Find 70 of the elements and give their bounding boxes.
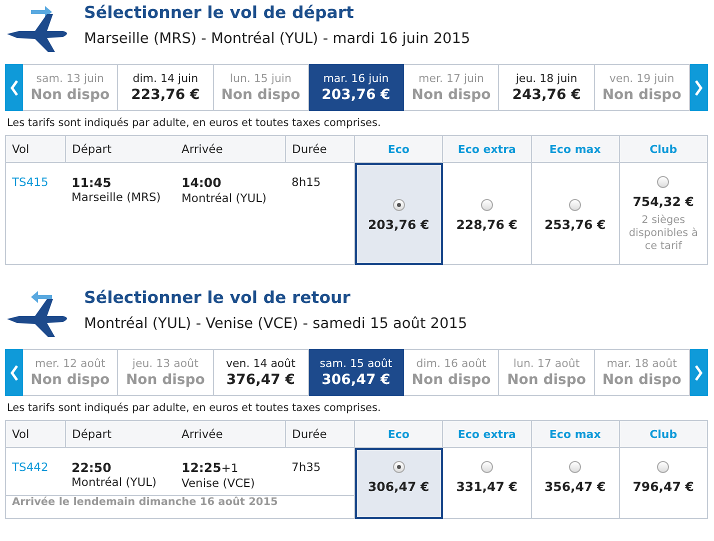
fare-note: Les tarifs sont indiqués par adulte, en euros et toutes taxes comprises. (7, 116, 382, 130)
column-header: Arrivée (176, 136, 286, 162)
fare-radio[interactable] (480, 199, 493, 211)
column-header: Durée (286, 420, 354, 448)
fare-price: 306,47 € (368, 479, 430, 494)
fare-column-header: Club (619, 420, 708, 448)
fare-column-header: Eco (354, 136, 443, 162)
date-tab[interactable]: mar. 18 août Non dispo (594, 349, 690, 396)
departure-time: 22:50 (72, 460, 112, 475)
route-text: Montréal (YUL) - Venise (VCE) - samedi 15 août 2015 (84, 315, 468, 333)
departure-airport: Marseille (MRS) (72, 190, 162, 205)
fare-radio[interactable] (480, 461, 493, 473)
route-text: Marseille (MRS) - Montréal (YUL) - mardi 16 juin 2015 (84, 30, 470, 48)
column-header: Vol (6, 420, 66, 448)
column-header: Départ (66, 136, 176, 162)
fare-price: 754,32 € (632, 194, 694, 209)
duration-text: 7h35 (292, 460, 321, 474)
arrival-time: 12:25+1 (182, 460, 240, 476)
fare-radio[interactable] (392, 199, 405, 211)
fare-price: 331,47 € (456, 479, 518, 494)
arrival-airport: Venise (VCE) (182, 476, 256, 491)
previous-dates-button[interactable] (5, 349, 23, 396)
previous-dates-button[interactable] (5, 64, 23, 111)
arrival-note: Arrivée le lendemain dimanche 16 août 2015 (12, 496, 279, 508)
duration-text: 8h15 (292, 175, 321, 189)
next-dates-button[interactable] (690, 349, 708, 396)
fare-radio[interactable] (569, 461, 582, 473)
date-tab[interactable]: sam. 13 juin Non dispo (23, 64, 118, 111)
date-tab[interactable]: ven. 19 juin Non dispo (594, 64, 690, 111)
departure-airport: Montréal (YUL) (72, 475, 158, 490)
date-tab[interactable]: mer. 17 juin Non dispo (404, 64, 500, 111)
fare-price: 203,76 € (368, 217, 430, 232)
fare-column-header: Eco extra (442, 420, 531, 448)
seats-note: 2 sièges disponibles à ce tarif (628, 214, 699, 253)
fare-column-header: Club (619, 136, 708, 162)
date-tab[interactable]: sam. 15 août 306,47 € (308, 349, 404, 396)
fare-price: 356,47 € (544, 479, 606, 494)
fare-radio[interactable] (569, 199, 582, 211)
section-title: Sélectionner le vol de départ (84, 3, 355, 23)
date-tab[interactable]: dim. 16 août Non dispo (404, 349, 500, 396)
column-header: Départ (66, 420, 176, 448)
next-dates-button[interactable] (690, 64, 708, 111)
fare-column-header: Eco max (531, 420, 620, 448)
column-header: Arrivée (176, 420, 286, 448)
fare-note: Les tarifs sont indiqués par adulte, en euros et toutes taxes comprises. (7, 401, 382, 415)
arrival-airport: Montréal (YUL) (182, 191, 268, 206)
date-tab[interactable]: dim. 14 juin 223,76 € (118, 64, 214, 111)
fare-column-header: Eco (354, 420, 443, 448)
fare-column-header: Eco max (531, 136, 620, 162)
date-tab[interactable]: lun. 17 août Non dispo (499, 349, 595, 396)
departure-time: 11:45 (72, 175, 112, 190)
flight-number-link[interactable]: TS415 (12, 175, 48, 189)
fare-price: 228,76 € (456, 217, 518, 232)
fare-radio[interactable] (657, 461, 670, 473)
column-header: Durée (286, 136, 354, 162)
date-tab[interactable]: mer. 12 août Non dispo (23, 349, 118, 396)
fare-radio[interactable] (657, 176, 670, 188)
date-tab[interactable]: mar. 16 juin 203,76 € (308, 64, 404, 111)
date-tab[interactable]: jeu. 18 juin 243,76 € (499, 64, 595, 111)
date-tab[interactable]: ven. 14 août 376,47 € (214, 349, 309, 396)
date-tab[interactable]: jeu. 13 août Non dispo (118, 349, 214, 396)
fare-price: 796,47 € (632, 479, 694, 494)
arrival-time: 14:00 (182, 175, 222, 191)
flight-number-link[interactable]: TS442 (12, 460, 48, 474)
column-header: Vol (6, 136, 66, 162)
date-tab[interactable]: lun. 15 juin Non dispo (214, 64, 309, 111)
fare-column-header: Eco extra (442, 136, 531, 162)
fare-radio[interactable] (392, 461, 405, 473)
section-title: Sélectionner le vol de retour (84, 288, 352, 308)
fare-price: 253,76 € (544, 217, 606, 232)
